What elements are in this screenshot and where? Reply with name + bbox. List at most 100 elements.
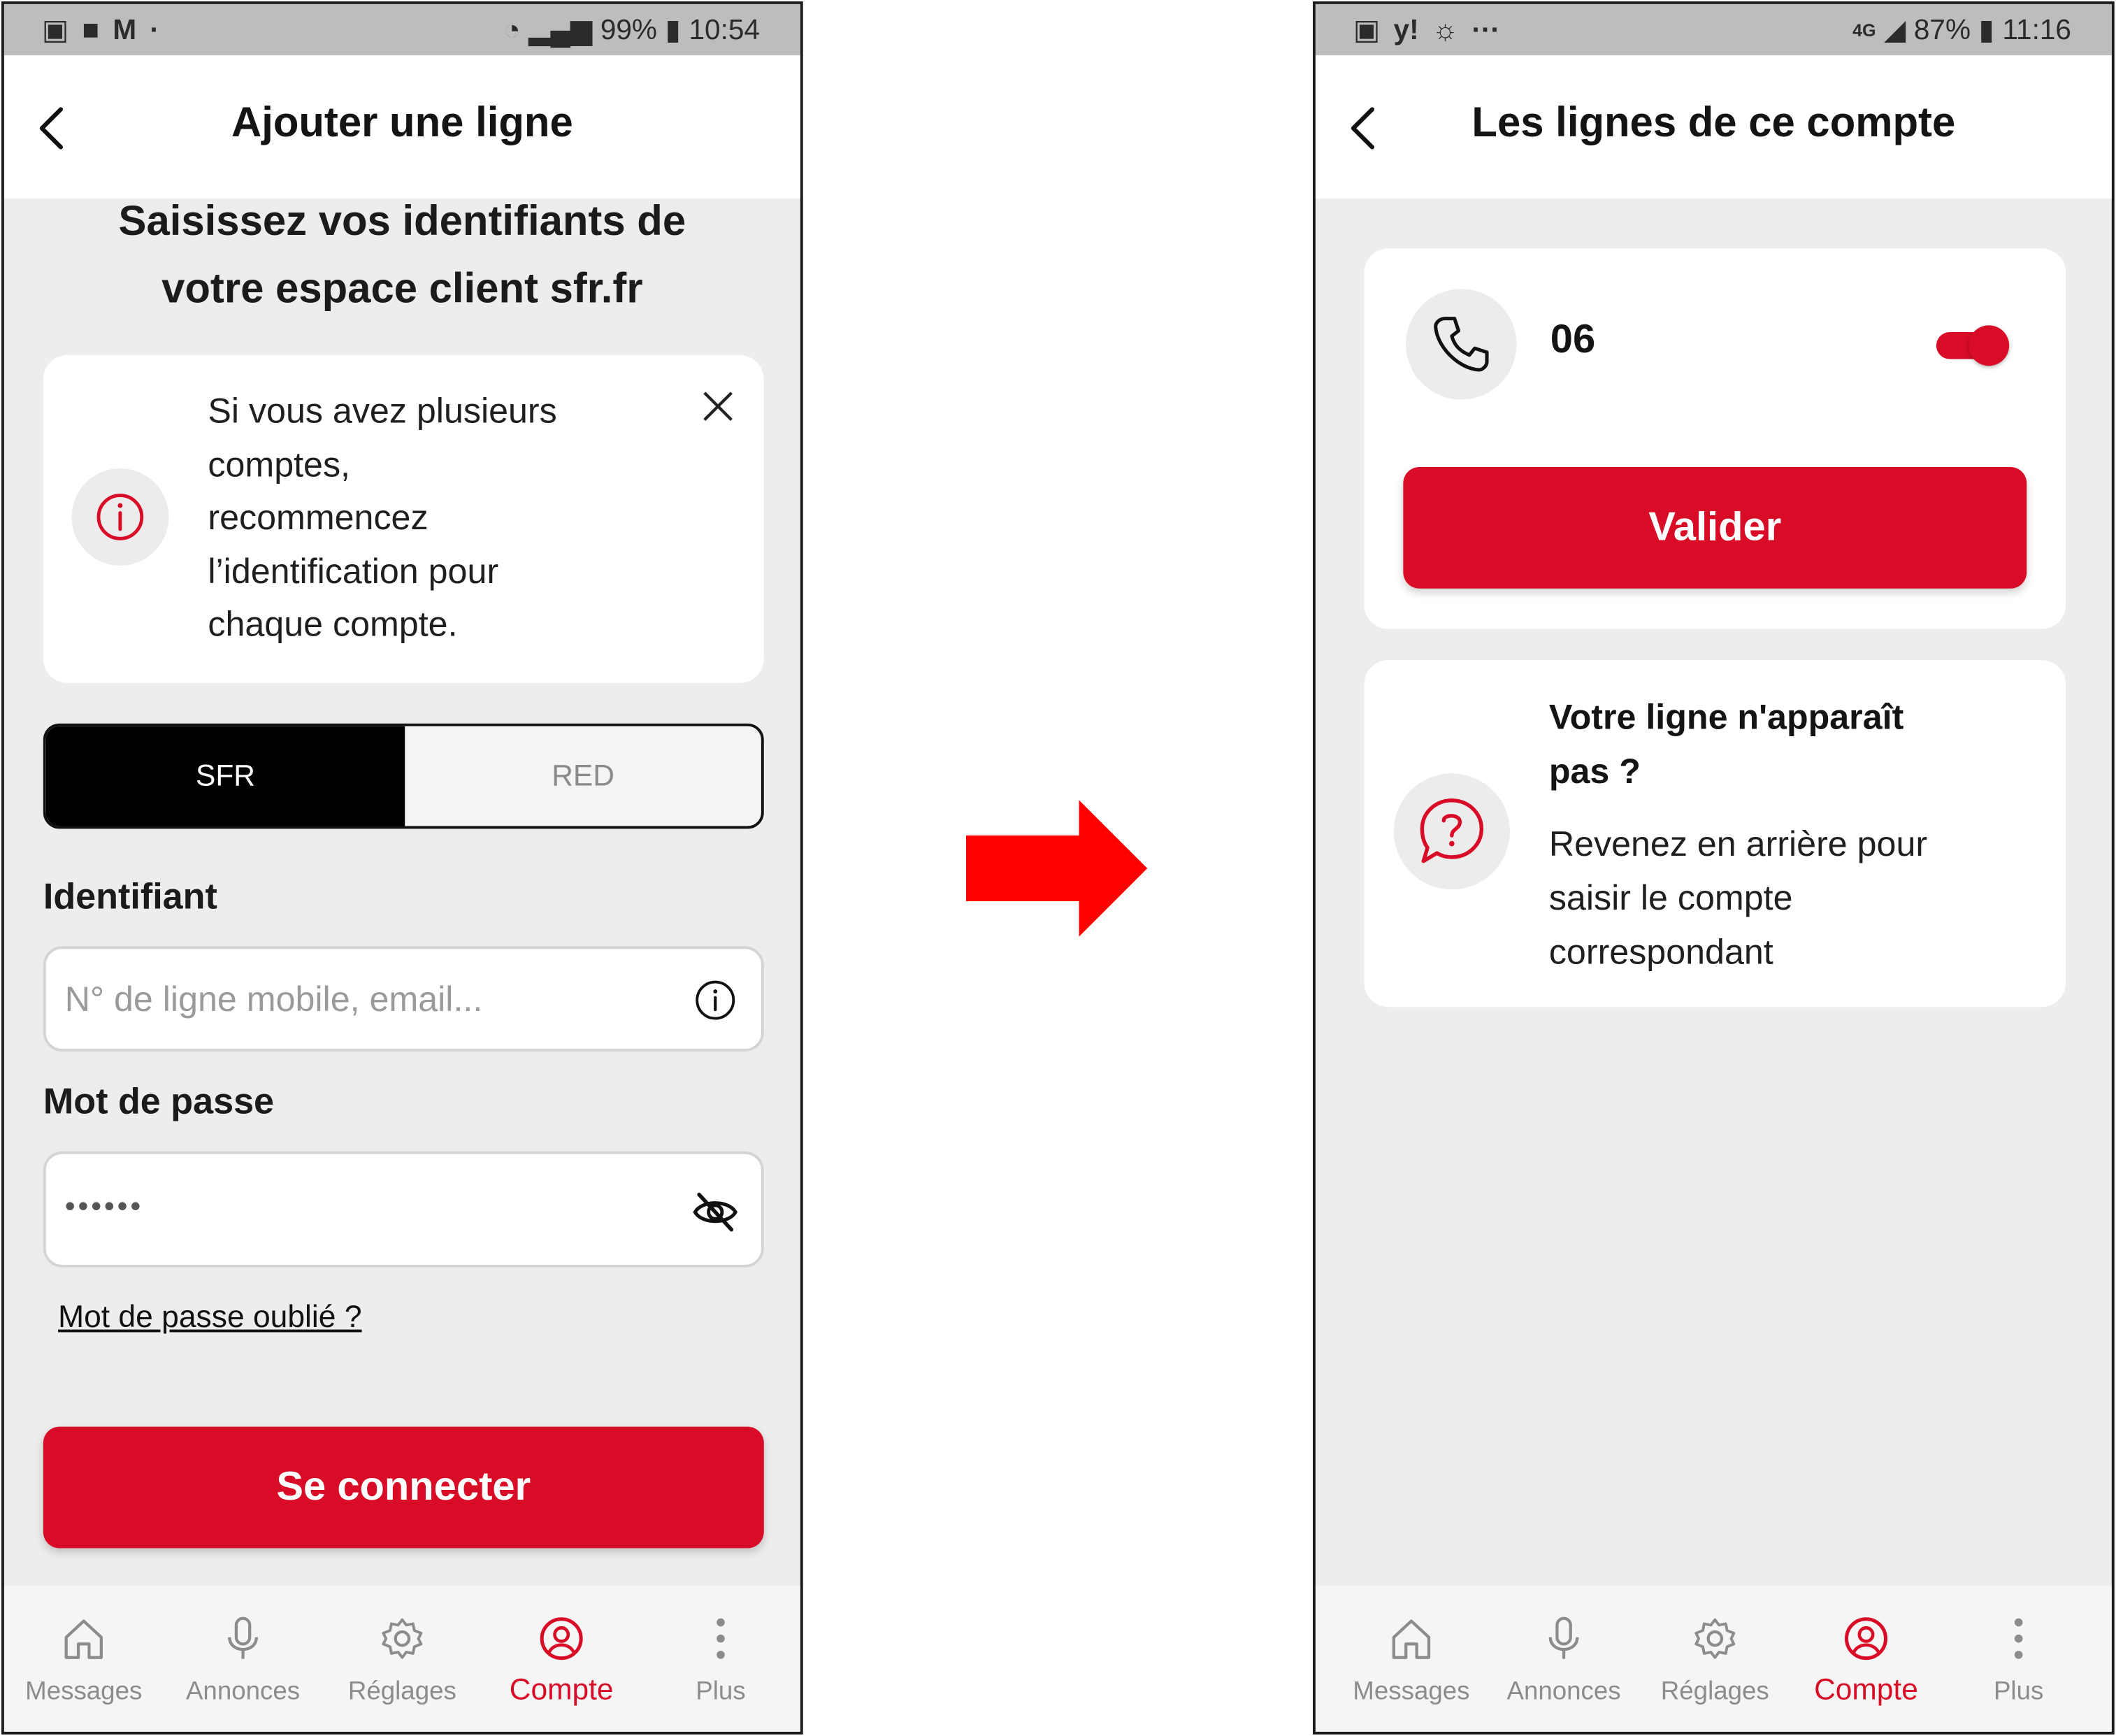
question-bubble-icon — [1420, 798, 1484, 863]
gear-icon — [382, 1618, 423, 1659]
left-phone-screen: ▣ ■ M · ◔ ▂▄▆ 99% ▮ 10:54 Ajouter une li… — [1, 1, 803, 1735]
weather-icon: ☼ — [1432, 14, 1459, 45]
signal-icon: ▂▄▆ — [528, 15, 593, 46]
missing-title-line: Votre ligne n'apparaît — [1548, 696, 1904, 738]
battery-icon: ▮ — [1978, 15, 1994, 46]
nav-annonces[interactable]: Annonces — [164, 1586, 323, 1731]
nav-messages[interactable]: Messages — [1332, 1586, 1491, 1731]
microphone-icon — [1548, 1616, 1579, 1659]
missing-text-line: Revenez en arrière pour — [1548, 823, 1928, 864]
home-icon — [64, 1619, 103, 1659]
login-heading: Saisissez vos identifiants de votre espa… — [4, 187, 800, 322]
gmail-icon: M — [113, 14, 137, 45]
info-line: chaque compte. — [208, 603, 458, 644]
eye-off-icon[interactable] — [691, 1188, 739, 1236]
identifiant-field[interactable]: N° de ligne mobile, email... — [43, 946, 764, 1052]
question-icon-circle — [1393, 773, 1510, 890]
info-line: recommencez — [208, 496, 429, 538]
toggle-sfr[interactable]: SFR — [45, 726, 405, 826]
gallery-icon: ▣ — [41, 15, 69, 46]
nav-messages[interactable]: Messages — [4, 1586, 164, 1731]
microphone-icon — [228, 1616, 258, 1659]
clock: 10:54 — [689, 14, 760, 45]
more-horizontal-icon: ··· — [1471, 14, 1500, 45]
identifiant-input[interactable]: N° de ligne mobile, email... — [65, 979, 483, 1021]
right-phone-screen: ▣ y! ☼ ··· 4G ◢ 87% ▮ 11:16 Les lignes d… — [1313, 1, 2115, 1735]
password-input[interactable]: •••••• — [65, 1189, 143, 1224]
nav-label: Annonces — [1506, 1677, 1621, 1707]
signal-icon: ◢ — [1884, 15, 1906, 46]
password-label: Mot de passe — [43, 1081, 275, 1122]
yahoo-icon: y! — [1393, 14, 1419, 45]
battery-percent: 87% — [1913, 14, 1971, 45]
nav-compte[interactable]: Compte — [482, 1586, 641, 1731]
line-number: 06 — [1550, 317, 1596, 362]
clock: 11:16 — [2002, 14, 2071, 45]
missing-text-line: saisir le compte — [1548, 877, 1793, 918]
nav-label: Plus — [696, 1677, 746, 1707]
nav-label: Compte — [1814, 1672, 1918, 1707]
forgot-password-link[interactable]: Mot de passe oublié ? — [58, 1298, 361, 1335]
info-icon-circle — [71, 468, 169, 566]
page-title: Les lignes de ce compte — [1471, 98, 1956, 146]
info-line: comptes, — [208, 443, 351, 485]
bottom-nav: Messages Annonces Réglages Compte Plus — [3, 1586, 800, 1732]
nav-compte[interactable]: Compte — [1787, 1586, 1946, 1731]
line-card: 06 Valider — [1364, 248, 2066, 629]
more-vertical-icon — [717, 1618, 725, 1659]
nav-label: Messages — [25, 1677, 143, 1707]
line-switch[interactable] — [1936, 325, 2010, 366]
app-header: Les lignes de ce compte — [1315, 55, 2112, 199]
heading-line-2: votre espace client sfr.fr — [161, 264, 643, 313]
identifiant-label: Identifiant — [43, 875, 217, 917]
nav-plus[interactable]: Plus — [1939, 1586, 2099, 1731]
app-header: Ajouter une ligne — [3, 55, 800, 199]
missing-text: Revenez en arrière pour saisir le compte… — [1549, 817, 1927, 979]
shopping-bag-icon: ■ — [82, 14, 100, 45]
dot-icon: · — [150, 14, 159, 45]
nav-reglages[interactable]: Réglages — [322, 1586, 482, 1731]
info-icon — [96, 494, 144, 540]
nav-label: Compte — [509, 1672, 614, 1707]
phone-icon — [1434, 317, 1489, 372]
nav-plus[interactable]: Plus — [641, 1586, 800, 1731]
close-icon[interactable] — [702, 390, 734, 422]
user-circle-icon — [540, 1617, 583, 1660]
operator-toggle: SFR RED — [43, 723, 764, 829]
nav-label: Réglages — [347, 1677, 456, 1707]
password-field[interactable]: •••••• — [43, 1151, 764, 1268]
status-bar: ▣ ■ M · ◔ ▂▄▆ 99% ▮ 10:54 — [3, 3, 800, 56]
info-icon[interactable] — [693, 979, 737, 1022]
nav-annonces[interactable]: Annonces — [1484, 1586, 1643, 1731]
user-circle-icon — [1845, 1617, 1888, 1660]
missing-title-line: pas ? — [1548, 750, 1641, 791]
missing-text-line: correspondant — [1548, 931, 1773, 973]
phone-icon-circle — [1406, 289, 1517, 400]
validate-button[interactable]: Valider — [1403, 467, 2027, 589]
battery-icon: ▮ — [665, 15, 681, 46]
nav-label: Réglages — [1660, 1677, 1769, 1707]
heading-line-1: Saisissez vos identifiants de — [118, 196, 686, 245]
arrow-right-icon — [966, 800, 1148, 937]
connect-button[interactable]: Se connecter — [43, 1426, 764, 1549]
info-text: Si vous avez plusieurs comptes, recommen… — [208, 385, 556, 651]
toggle-red[interactable]: RED — [405, 726, 761, 826]
page-title: Ajouter une ligne — [231, 98, 573, 146]
info-line: Si vous avez plusieurs — [208, 389, 557, 431]
info-banner: Si vous avez plusieurs comptes, recommen… — [43, 354, 764, 683]
bottom-nav: Messages Annonces Réglages Compte Plus — [1315, 1586, 2112, 1732]
gear-icon — [1694, 1618, 1736, 1659]
gallery-icon: ▣ — [1353, 15, 1381, 46]
home-icon — [1392, 1619, 1431, 1659]
toggle-sfr-label: SFR — [195, 759, 255, 793]
nav-label: Messages — [1353, 1677, 1470, 1707]
nav-label: Plus — [1993, 1677, 2044, 1707]
wifi-icon: ◔ — [503, 14, 521, 45]
nav-label: Annonces — [185, 1677, 301, 1707]
network-type: 4G — [1852, 20, 1876, 41]
nav-reglages[interactable]: Réglages — [1635, 1586, 1794, 1731]
missing-line-card: Votre ligne n'apparaît pas ? Revenez en … — [1364, 660, 2066, 1007]
battery-percent: 99% — [600, 14, 657, 45]
info-line: l’identification pour — [208, 550, 499, 591]
status-bar: ▣ y! ☼ ··· 4G ◢ 87% ▮ 11:16 — [1315, 3, 2112, 56]
